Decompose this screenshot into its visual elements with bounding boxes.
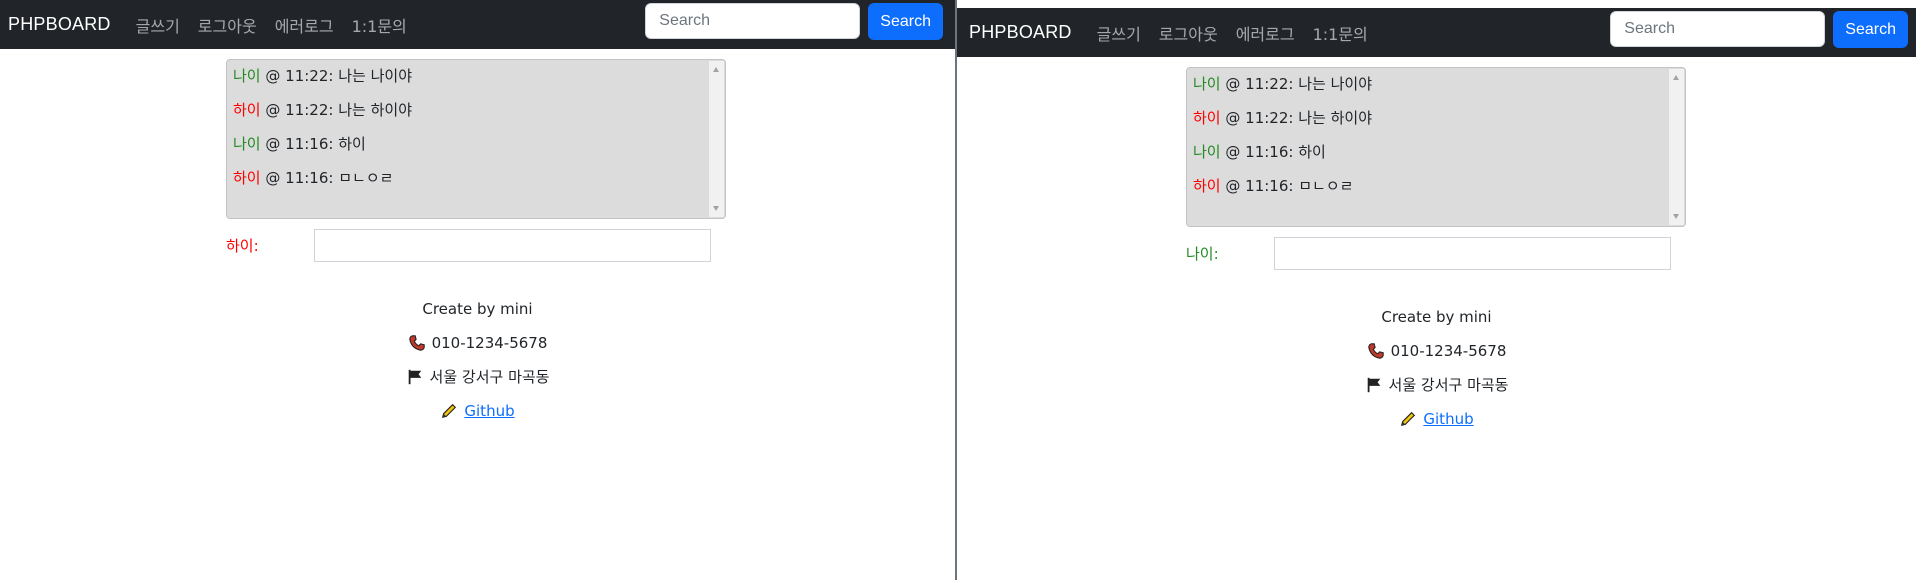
footer-address: 서울 강서구 마곡동 — [957, 368, 1916, 402]
chat-message: 나이 @ 11:22: 나는 나이야 — [1193, 70, 1679, 104]
chat-message: 나이 @ 11:16: 하이 — [233, 130, 719, 164]
chat-username: 나이 — [233, 67, 261, 85]
chat-username: 나이 — [1193, 143, 1221, 161]
chat-username: 하이 — [233, 169, 261, 187]
github-link[interactable]: Github — [1423, 407, 1473, 431]
nav-link-inquiry[interactable]: 1:1문의 — [352, 13, 407, 37]
chat-text: ㅁㄴㅇㄹ — [1298, 177, 1354, 195]
phone-icon — [1367, 343, 1384, 359]
chat-message: 하이 @ 11:22: 나는 하이야 — [1193, 104, 1679, 138]
chat-scrollbar[interactable] — [1669, 69, 1684, 225]
input-user-label: 하이: — [226, 237, 259, 255]
chat-message: 나이 @ 11:22: 나는 나이야 — [233, 62, 719, 96]
nav-link-logout[interactable]: 로그아웃 — [1159, 21, 1218, 45]
brand-logo[interactable]: PHPBOARD — [8, 14, 111, 35]
search-button[interactable]: Search — [1833, 11, 1908, 48]
chat-text: 나는 하이야 — [338, 101, 413, 119]
chat-timestamp: @ 11:16: — [1225, 143, 1294, 161]
browser-window-left: PHPBOARD 글쓰기 로그아웃 에러로그 1:1문의 Search 나이 @… — [0, 0, 955, 580]
chat-text: 하이 — [1298, 143, 1326, 161]
chat-text: 나는 나이야 — [1298, 75, 1373, 93]
chat-timestamp: @ 11:22: — [1225, 75, 1294, 93]
scroll-down-icon[interactable] — [713, 206, 719, 211]
chat-message: 하이 @ 11:16: ㅁㄴㅇㄹ — [1193, 172, 1679, 206]
pencil-icon — [1401, 411, 1416, 427]
chat-username: 하이 — [1193, 177, 1221, 195]
chat-box[interactable]: 나이 @ 11:22: 나는 나이야 하이 @ 11:22: 나는 하이야 나이 @… — [1186, 67, 1686, 227]
chat-timestamp: @ 11:16: — [265, 169, 334, 187]
scroll-up-icon[interactable] — [1673, 75, 1679, 80]
chat-text: ㅁㄴㅇㄹ — [338, 169, 394, 187]
chat-username: 하이 — [233, 101, 261, 119]
phone-text: 010-1234-5678 — [431, 334, 548, 352]
footer-phone: 010-1234-5678 — [957, 334, 1916, 368]
scroll-down-icon[interactable] — [1673, 214, 1679, 219]
nav-link-error-log[interactable]: 에러로그 — [275, 13, 334, 37]
chat-list: 나이 @ 11:22: 나는 나이야 하이 @ 11:22: 나는 하이야 나이 @… — [227, 60, 725, 200]
flag-icon — [408, 369, 421, 385]
browser-window-right: PHPBOARD 글쓰기 로그아웃 에러로그 1:1문의 Search 나이 @… — [957, 8, 1916, 580]
chat-timestamp: @ 11:16: — [265, 135, 334, 153]
credit-text: Create by mini — [1381, 308, 1492, 326]
search-input[interactable] — [645, 3, 861, 39]
chat-scrollbar[interactable] — [709, 61, 724, 217]
github-link[interactable]: Github — [464, 399, 514, 423]
footer: Create by mini 010-1234-5678 서울 강서구 마곡동 … — [957, 300, 1916, 436]
chat-username: 나이 — [233, 135, 261, 153]
nav-link-write[interactable]: 글쓰기 — [1097, 21, 1141, 45]
phone-text: 010-1234-5678 — [1390, 342, 1507, 360]
message-input[interactable] — [314, 229, 711, 262]
chat-text: 나는 나이야 — [338, 67, 413, 85]
footer-github: Github — [957, 402, 1916, 436]
chat-message: 하이 @ 11:16: ㅁㄴㅇㄹ — [233, 164, 719, 198]
chat-username: 나이 — [1193, 75, 1221, 93]
chat-timestamp: @ 11:16: — [1225, 177, 1294, 195]
pencil-icon — [442, 403, 457, 419]
nav-link-error-log[interactable]: 에러로그 — [1236, 21, 1295, 45]
search-input[interactable] — [1610, 11, 1826, 47]
navbar: PHPBOARD 글쓰기 로그아웃 에러로그 1:1문의 Search — [957, 8, 1916, 57]
nav-link-inquiry[interactable]: 1:1문의 — [1313, 21, 1368, 45]
chat-message: 나이 @ 11:16: 하이 — [1193, 138, 1679, 172]
message-input-row: 나이: — [1186, 237, 1671, 270]
search-button[interactable]: Search — [868, 3, 943, 40]
chat-message: 하이 @ 11:22: 나는 하이야 — [233, 96, 719, 130]
search-form: Search — [1610, 11, 1908, 48]
chat-timestamp: @ 11:22: — [1225, 109, 1294, 127]
footer-github: Github — [0, 394, 955, 428]
chat-timestamp: @ 11:22: — [265, 101, 334, 119]
nav-links: 글쓰기 로그아웃 에러로그 1:1문의 — [136, 13, 425, 37]
nav-link-logout[interactable]: 로그아웃 — [198, 13, 257, 37]
brand-logo[interactable]: PHPBOARD — [969, 22, 1072, 43]
footer-phone: 010-1234-5678 — [0, 326, 955, 360]
chat-box[interactable]: 나이 @ 11:22: 나는 나이야 하이 @ 11:22: 나는 하이야 나이 @… — [226, 59, 726, 219]
footer-address: 서울 강서구 마곡동 — [0, 360, 955, 394]
nav-links: 글쓰기 로그아웃 에러로그 1:1문의 — [1097, 21, 1386, 45]
chat-username: 하이 — [1193, 109, 1221, 127]
message-input-row: 하이: — [226, 229, 711, 262]
footer: Create by mini 010-1234-5678 서울 강서구 마곡동 … — [0, 292, 955, 428]
chat-text: 나는 하이야 — [1298, 109, 1373, 127]
address-text: 서울 강서구 마곡동 — [1388, 376, 1509, 394]
address-text: 서울 강서구 마곡동 — [429, 368, 550, 386]
flag-icon — [1367, 377, 1380, 393]
footer-credit: Create by mini — [957, 300, 1916, 334]
chat-text: 하이 — [338, 135, 366, 153]
phone-icon — [408, 335, 425, 351]
navbar: PHPBOARD 글쓰기 로그아웃 에러로그 1:1문의 Search — [0, 0, 955, 49]
search-form: Search — [645, 3, 943, 40]
chat-list: 나이 @ 11:22: 나는 나이야 하이 @ 11:22: 나는 하이야 나이 @… — [1187, 68, 1685, 208]
scroll-up-icon[interactable] — [713, 67, 719, 72]
footer-credit: Create by mini — [0, 292, 955, 326]
chat-timestamp: @ 11:22: — [265, 67, 334, 85]
message-input[interactable] — [1274, 237, 1671, 270]
nav-link-write[interactable]: 글쓰기 — [136, 13, 180, 37]
credit-text: Create by mini — [422, 300, 533, 318]
input-user-label: 나이: — [1186, 245, 1219, 263]
